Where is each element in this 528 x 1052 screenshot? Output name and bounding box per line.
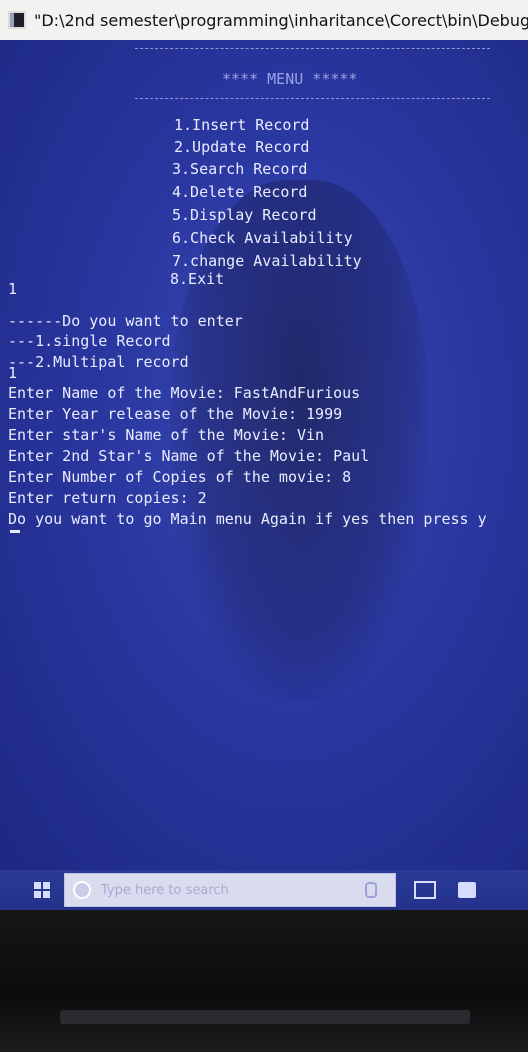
single-record-option: ---1.single Record — [8, 332, 171, 350]
enter-mode-prompt: ------Do you want to enter — [8, 312, 243, 330]
menu-item-exit: 8.Exit — [170, 270, 225, 288]
menu-choice-input: 1 — [8, 280, 18, 298]
menu-item-display: 5.Display Record — [172, 206, 317, 224]
return-copies-line: Enter return copies: 2 — [8, 489, 207, 507]
console-app-icon — [8, 11, 26, 29]
menu-item-search: 3.Search Record — [172, 160, 308, 178]
task-view-icon[interactable] — [414, 881, 436, 899]
monitor-bezel — [0, 910, 528, 1052]
microphone-icon[interactable] — [365, 882, 377, 898]
text-cursor — [10, 530, 20, 533]
copies-count-line: Enter Number of Copies of the movie: 8 — [8, 468, 352, 486]
window-title: "D:\2nd semester\programming\inharitance… — [34, 10, 528, 30]
menu-title: **** MENU ***** — [222, 70, 358, 88]
windows-start-icon[interactable] — [34, 882, 50, 898]
second-star-name-line: Enter 2nd Star's Name of the Movie: Paul — [8, 447, 370, 465]
record-choice-input: 1 — [8, 364, 18, 382]
search-placeholder: Type here to search — [101, 882, 229, 898]
menu-top-divider — [135, 48, 490, 49]
cortana-circle-icon — [73, 881, 91, 899]
taskbar: Type here to search — [0, 870, 528, 910]
menu-bottom-divider — [135, 98, 490, 99]
menu-item-insert: 1.Insert Record — [174, 116, 310, 134]
monitor-stand-ridge — [60, 1010, 470, 1024]
menu-item-change-availability: 7.change Availability — [172, 252, 362, 270]
menu-item-update: 2.Update Record — [174, 138, 310, 156]
star-name-line: Enter star's Name of the Movie: Vin — [8, 426, 325, 444]
main-menu-prompt: Do you want to go Main menu Again if yes… — [8, 510, 487, 528]
store-icon[interactable] — [458, 882, 476, 898]
console-window[interactable]: **** MENU ***** 1.Insert Record 2.Update… — [0, 40, 528, 870]
multiple-record-option: ---2.Multipal record — [8, 353, 189, 371]
movie-name-line: Enter Name of the Movie: FastAndFurious — [8, 384, 361, 402]
release-year-line: Enter Year release of the Movie: 1999 — [8, 405, 343, 423]
taskbar-search-box[interactable]: Type here to search — [64, 873, 396, 907]
console-title-bar: "D:\2nd semester\programming\inharitance… — [0, 0, 528, 41]
menu-item-check-availability: 6.Check Availability — [172, 229, 353, 247]
menu-item-delete: 4.Delete Record — [172, 183, 308, 201]
